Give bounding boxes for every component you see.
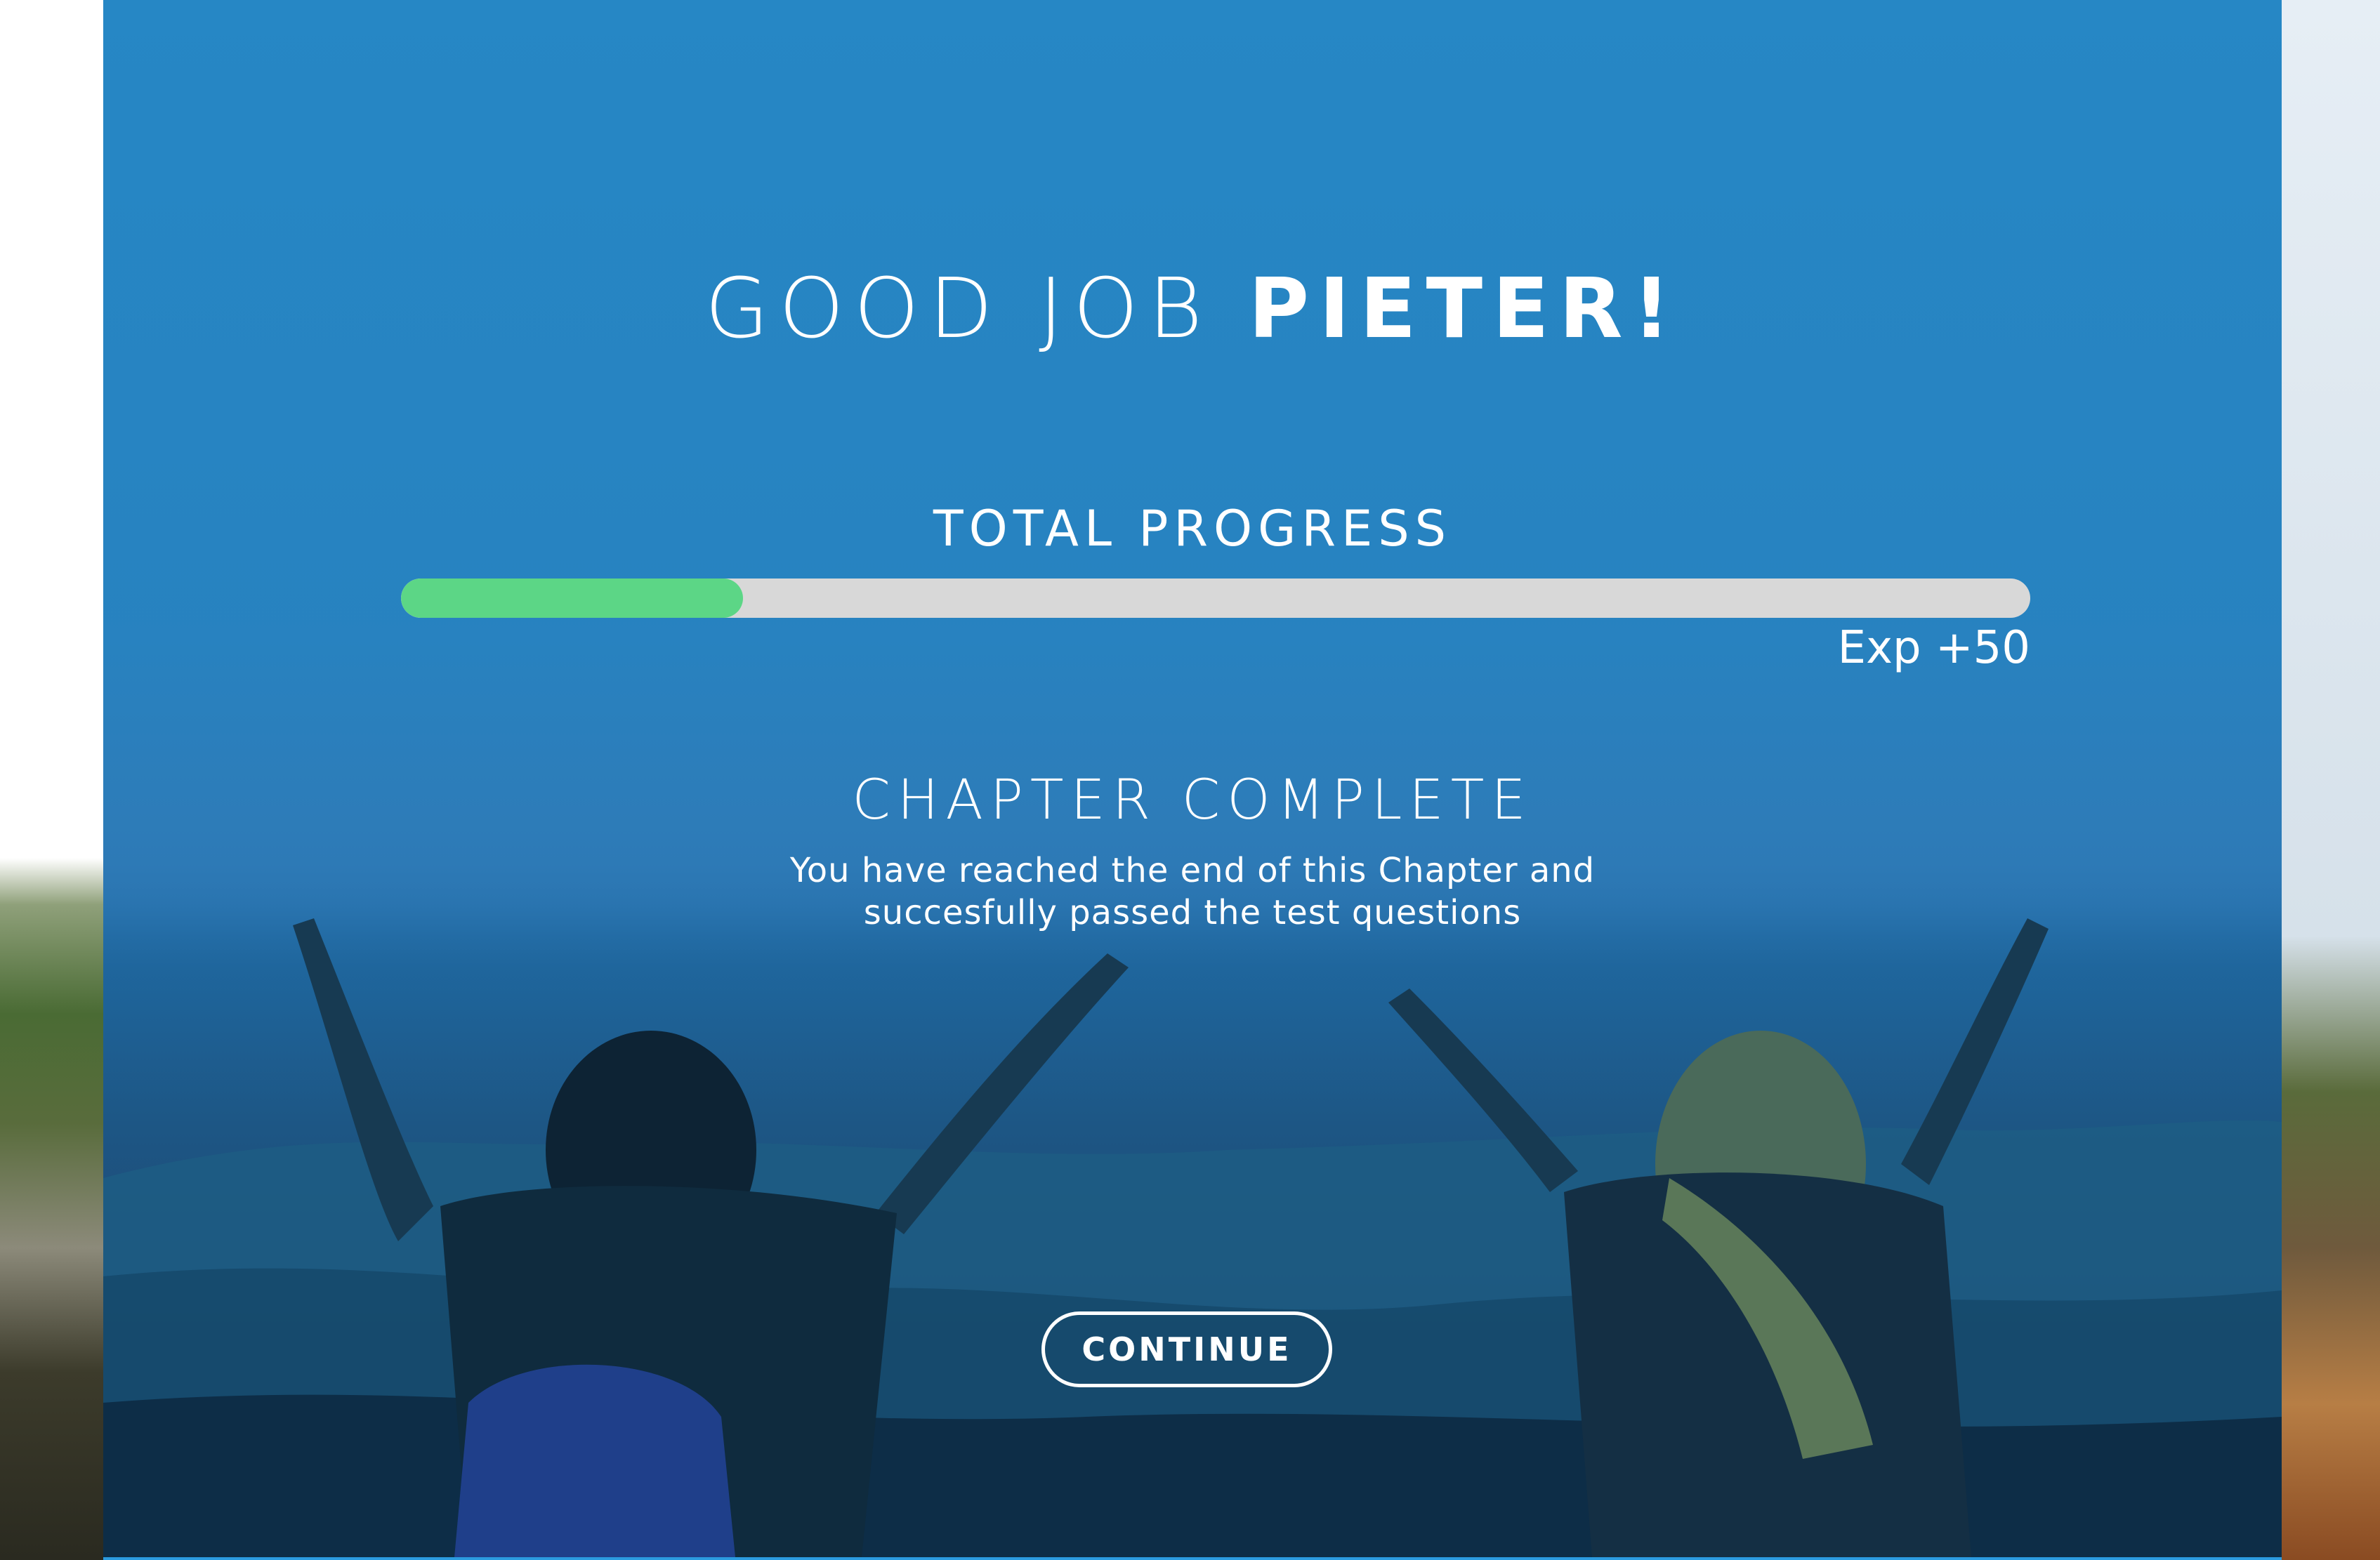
continue-button[interactable]: CONTINUE xyxy=(1041,1311,1332,1387)
background-photo-left-edge xyxy=(0,0,103,1560)
headline-prefix: GOOD JOB xyxy=(704,260,1249,357)
chapter-description-line-2: succesfully passed the test questions xyxy=(863,893,1522,932)
progress-title: TOTAL PROGRESS xyxy=(933,500,1452,557)
page-title: GOOD JOB PIETER! xyxy=(103,260,2282,357)
background-photo-right-edge xyxy=(2282,0,2380,1560)
total-progress-fill xyxy=(401,579,744,618)
chapter-description-line-1: You have reached the end of this Chapter… xyxy=(789,851,1596,890)
blue-overlay-panel: GOOD JOB PIETER! TOTAL PROGRESS Exp +50 … xyxy=(103,0,2282,1560)
chapter-complete-title: CHAPTER COMPLETE xyxy=(852,769,1533,832)
total-progress-bar xyxy=(401,579,2030,618)
chapter-complete-description: You have reached the end of this Chapter… xyxy=(103,850,2282,934)
user-name: PIETER! xyxy=(1248,260,1681,357)
exp-gain-label: Exp +50 xyxy=(1837,622,2030,674)
celebration-scene-illustration xyxy=(103,918,2282,1557)
completion-screen: GOOD JOB PIETER! TOTAL PROGRESS Exp +50 … xyxy=(0,0,2380,1560)
